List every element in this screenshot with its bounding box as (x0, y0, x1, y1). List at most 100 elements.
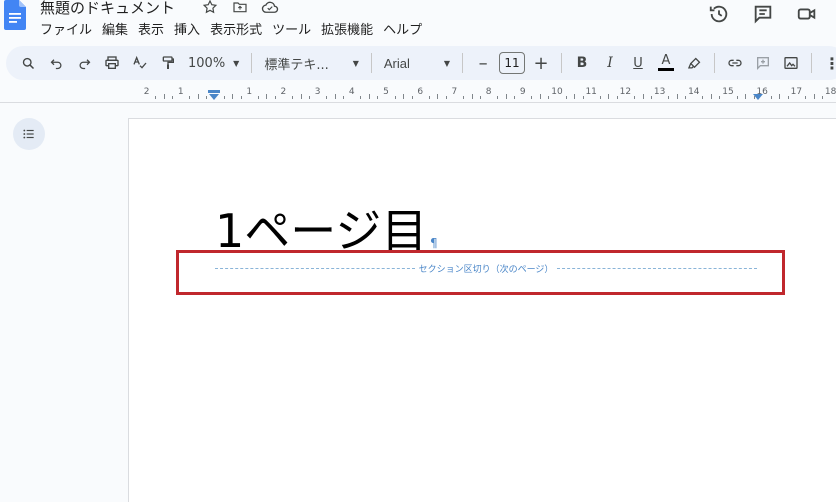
bold-icon[interactable]: B (568, 50, 596, 76)
star-icon[interactable] (200, 0, 220, 15)
toolbar-divider (561, 53, 562, 73)
toolbar-divider-line (0, 102, 836, 103)
style-select[interactable]: 標準テキ... ▼ (258, 50, 365, 76)
menubar: ファイル 編集 表示 挿入 表示形式 ツール 拡張機能 ヘルプ (40, 19, 432, 38)
ruler-number: 1 (246, 87, 253, 97)
ruler-tick (710, 94, 712, 99)
ruler-number: 8 (485, 87, 492, 97)
ruler-number: 13 (653, 87, 666, 97)
ruler-tick (232, 94, 234, 99)
insert-link-icon[interactable] (721, 50, 749, 76)
ruler-tick (309, 96, 311, 99)
list-icon (23, 129, 34, 139)
ruler-tick (326, 96, 328, 99)
ruler-tick (813, 94, 815, 99)
ruler-tick (745, 94, 747, 99)
left-indent-marker-icon[interactable] (208, 90, 220, 100)
print-icon[interactable] (98, 50, 126, 76)
chevron-down-icon: ▼ (352, 58, 359, 68)
ruler-tick (411, 96, 413, 99)
ruler-tick (334, 94, 336, 99)
ruler-number: 2 (280, 87, 287, 97)
menu-insert[interactable]: 挿入 (174, 19, 208, 38)
menu-extensions[interactable]: 拡張機能 (321, 19, 381, 38)
ruler-number: 18 (824, 87, 836, 97)
decrease-font-size-icon[interactable]: – (469, 50, 497, 76)
ruler-tick (223, 96, 225, 99)
ruler-tick (822, 96, 824, 99)
move-folder-icon[interactable] (230, 0, 250, 15)
ruler-tick (531, 96, 533, 99)
ruler-number: 4 (348, 87, 355, 97)
font-size-input[interactable]: 11 (499, 52, 525, 74)
meet-icon[interactable] (796, 3, 818, 25)
zoom-select[interactable]: 100% ▼ (182, 50, 245, 76)
ruler-tick (676, 94, 678, 99)
zoom-value: 100% (188, 55, 226, 71)
ruler-tick (300, 94, 302, 99)
ruler-tick (368, 94, 370, 99)
underline-icon[interactable]: U (624, 50, 652, 76)
highlight-color-icon[interactable] (680, 50, 708, 76)
ruler-tick (548, 96, 550, 99)
ruler-number: 9 (519, 87, 526, 97)
ruler-tick (206, 96, 208, 99)
more-options-icon[interactable]: ⋮ (818, 50, 836, 76)
ruler-number: 3 (314, 87, 321, 97)
version-history-icon[interactable] (708, 3, 730, 25)
ruler-tick (462, 96, 464, 99)
menu-tools[interactable]: ツール (272, 19, 319, 38)
ruler-tick (197, 94, 199, 99)
ruler-tick (608, 94, 610, 99)
ruler-tick (702, 96, 704, 99)
ruler-tick (471, 94, 473, 99)
ruler-tick (155, 96, 157, 99)
add-comment-icon[interactable] (749, 50, 777, 76)
toolbar-divider (714, 53, 715, 73)
menu-help[interactable]: ヘルプ (383, 19, 430, 38)
font-select[interactable]: Arial ▼ (378, 50, 456, 76)
ruler-tick (274, 96, 276, 99)
increase-font-size-icon[interactable]: + (527, 50, 555, 76)
redo-icon[interactable] (70, 50, 98, 76)
ruler-tick (437, 94, 439, 99)
menu-format[interactable]: 表示形式 (210, 19, 270, 38)
cloud-saved-icon[interactable] (260, 0, 280, 15)
ruler-tick (599, 96, 601, 99)
search-menus-icon[interactable] (14, 50, 42, 76)
toolbar-divider (811, 53, 812, 73)
menu-file[interactable]: ファイル (40, 19, 100, 38)
style-value: 標準テキ... (264, 57, 329, 73)
spellcheck-icon[interactable] (126, 50, 154, 76)
menu-edit[interactable]: 編集 (102, 19, 136, 38)
italic-icon[interactable]: I (596, 50, 624, 76)
ruler-number: 7 (451, 87, 458, 97)
ruler-tick (240, 96, 242, 99)
document-title[interactable]: 無題のドキュメント (40, 0, 175, 18)
toolbar: 100% ▼ 標準テキ... ▼ Arial ▼ – 11 + B I U A … (6, 46, 836, 80)
insert-image-icon[interactable] (777, 50, 805, 76)
ruler-tick (565, 96, 567, 99)
comments-icon[interactable] (752, 3, 774, 25)
ruler-tick (779, 94, 781, 99)
ruler-tick (651, 96, 653, 99)
ruler-tick (189, 96, 191, 99)
document-page[interactable] (128, 118, 836, 502)
ruler-tick (377, 96, 379, 99)
ruler-tick (787, 96, 789, 99)
ruler-tick (394, 96, 396, 99)
docs-logo-icon[interactable] (4, 0, 26, 30)
ruler-tick (360, 96, 362, 99)
menu-view[interactable]: 表示 (138, 19, 172, 38)
document-outline-button[interactable] (13, 118, 45, 150)
text-color-icon[interactable]: A (652, 50, 680, 76)
undo-icon[interactable] (42, 50, 70, 76)
horizontal-ruler[interactable]: 2 1 1 2 3 4 5 6 7 8 9 10 11 12 13 14 15 16 17 18 (128, 86, 836, 102)
paint-format-icon[interactable] (154, 50, 182, 76)
ruler-number: 17 (790, 87, 803, 97)
ruler-tick (505, 94, 507, 99)
toolbar-divider (370, 53, 372, 73)
ruler-tick (668, 96, 670, 99)
ruler-tick (172, 96, 174, 99)
ruler-tick (514, 96, 516, 99)
